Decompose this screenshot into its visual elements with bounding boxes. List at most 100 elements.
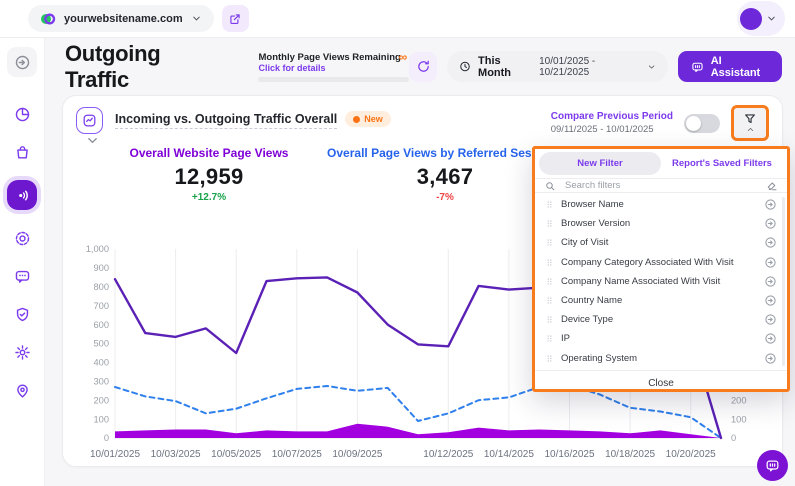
quota-label: Monthly Page Views Remaining	[258, 52, 409, 63]
add-filter-arrow-icon[interactable]	[764, 236, 777, 249]
gear-icon	[14, 344, 31, 361]
avatar	[740, 8, 762, 30]
sidebar-item-security[interactable]	[7, 299, 37, 329]
stat-value: 12,959	[91, 164, 327, 190]
filter-item[interactable]: Company Name Associated With Visit	[535, 272, 787, 291]
search-icon	[544, 180, 556, 192]
card-header-right: Compare Previous Period 09/11/2025 - 10/…	[551, 105, 769, 141]
filter-item[interactable]: IP	[535, 329, 787, 348]
close-button[interactable]: Close	[535, 370, 787, 396]
drag-handle-icon[interactable]	[545, 333, 554, 344]
sidebar-item-collapse[interactable]	[7, 47, 37, 77]
stat-value: 3,467	[327, 164, 563, 190]
date-range-selector[interactable]: This Month 10/01/2025 - 10/21/2025	[447, 51, 668, 82]
chevron-up-icon	[746, 125, 755, 134]
filter-button[interactable]	[731, 105, 769, 141]
add-filter-arrow-icon[interactable]	[764, 352, 777, 365]
filter-search-input[interactable]	[563, 179, 759, 192]
refresh-icon	[416, 59, 431, 74]
stat-referred-sessions: Overall Page Views by Referred Sessions …	[327, 146, 563, 203]
period-range: 10/01/2025 - 10/21/2025	[539, 56, 639, 78]
eraser-icon[interactable]	[766, 180, 778, 192]
sidebar-item-settings[interactable]	[7, 337, 37, 367]
svg-text:10/05/2025: 10/05/2025	[211, 449, 261, 460]
account-menu[interactable]	[737, 1, 785, 36]
sidebar-item-store[interactable]	[7, 137, 37, 167]
filter-item-label: Company Category Associated With Visit	[561, 257, 757, 268]
sidebar-item-outgoing-traffic[interactable]	[7, 180, 37, 210]
filter-item[interactable]: Browser Name	[535, 195, 787, 214]
filter-item[interactable]: Company Category Associated With Visit	[535, 253, 787, 272]
funnel-icon	[743, 112, 757, 126]
sidebar-item-analytics[interactable]	[7, 99, 37, 129]
card-chart-icon-button[interactable]	[76, 107, 103, 134]
svg-text:10/12/2025: 10/12/2025	[423, 449, 473, 460]
compare-label: Compare Previous Period	[551, 111, 673, 122]
drag-handle-icon[interactable]	[545, 257, 554, 268]
share-button[interactable]	[222, 5, 249, 32]
ai-chat-icon	[691, 60, 704, 74]
filter-item-label: Country Name	[561, 295, 757, 306]
site-favicon-icon	[40, 11, 56, 27]
refresh-button[interactable]	[409, 52, 437, 82]
filter-item[interactable]: Country Name	[535, 291, 787, 310]
filter-item-label: Device Type	[561, 314, 757, 325]
ai-assistant-button[interactable]: AI Assistant	[678, 51, 782, 82]
add-filter-arrow-icon[interactable]	[764, 256, 777, 269]
tab-new-filter[interactable]: New Filter	[539, 152, 661, 175]
filter-popover: New Filter Report's Saved Filters Browse…	[532, 146, 790, 392]
card-title: Incoming vs. Outgoing Traffic Overall	[115, 112, 337, 129]
add-filter-arrow-icon[interactable]	[764, 275, 777, 288]
sidebar-item-messages[interactable]	[7, 261, 37, 291]
filter-item[interactable]: Device Type	[535, 310, 787, 329]
site-selector[interactable]: yourwebsitename.com	[28, 5, 214, 32]
drag-handle-icon[interactable]	[545, 218, 554, 229]
pie-chart-icon	[14, 106, 31, 123]
chart-line-icon	[82, 113, 97, 128]
svg-text:10/03/2025: 10/03/2025	[151, 449, 201, 460]
collapse-icon	[14, 54, 31, 71]
svg-text:0: 0	[731, 433, 736, 443]
add-filter-arrow-icon[interactable]	[764, 332, 777, 345]
add-filter-arrow-icon[interactable]	[764, 198, 777, 211]
compare-toggle[interactable]	[684, 114, 720, 133]
filter-item[interactable]: Browser Version	[535, 214, 787, 233]
scrollbar[interactable]	[782, 197, 785, 366]
compare-previous-period: Compare Previous Period 09/11/2025 - 10/…	[551, 111, 673, 135]
sidebar	[0, 38, 45, 486]
sidebar-item-location[interactable]	[7, 375, 37, 405]
filter-item[interactable]: City of Visit	[535, 233, 787, 252]
add-filter-arrow-icon[interactable]	[764, 294, 777, 307]
drag-handle-icon[interactable]	[545, 276, 554, 287]
drag-handle-icon[interactable]	[545, 314, 554, 325]
filter-item-label: Operating System	[561, 353, 757, 364]
filter-item-label: Company Name Associated With Visit	[561, 276, 757, 287]
toggle-knob	[686, 116, 701, 131]
badge-dot	[353, 116, 360, 123]
svg-text:10/18/2025: 10/18/2025	[605, 449, 655, 460]
sidebar-item-audience[interactable]	[7, 223, 37, 253]
broadcast-icon	[14, 187, 31, 204]
svg-text:10/01/2025: 10/01/2025	[90, 449, 140, 460]
quota-progress-bar	[258, 77, 409, 82]
drag-handle-icon[interactable]	[545, 199, 554, 210]
site-name: yourwebsitename.com	[64, 13, 183, 25]
support-chat-button[interactable]	[757, 450, 788, 481]
svg-text:1,000: 1,000	[86, 244, 109, 254]
compare-range: 09/11/2025 - 10/01/2025	[551, 124, 673, 135]
svg-text:10/14/2025: 10/14/2025	[484, 449, 534, 460]
quota-widget: Monthly Page Views Remaining Click for d…	[258, 52, 409, 82]
drag-handle-icon[interactable]	[545, 295, 554, 306]
svg-text:0: 0	[104, 433, 109, 443]
add-filter-arrow-icon[interactable]	[764, 217, 777, 230]
chevron-down-icon	[766, 13, 777, 24]
stat-delta: +12.7%	[91, 192, 327, 203]
svg-text:10/09/2025: 10/09/2025	[332, 449, 382, 460]
filter-item[interactable]: Operating System	[535, 349, 787, 368]
tab-saved-filters[interactable]: Report's Saved Filters	[661, 152, 783, 175]
drag-handle-icon[interactable]	[545, 237, 554, 248]
card-header: Incoming vs. Outgoing Traffic Overall Ne…	[76, 105, 769, 141]
drag-handle-icon[interactable]	[545, 353, 554, 364]
quota-details-link[interactable]: Click for details	[258, 63, 409, 73]
add-filter-arrow-icon[interactable]	[764, 313, 777, 326]
